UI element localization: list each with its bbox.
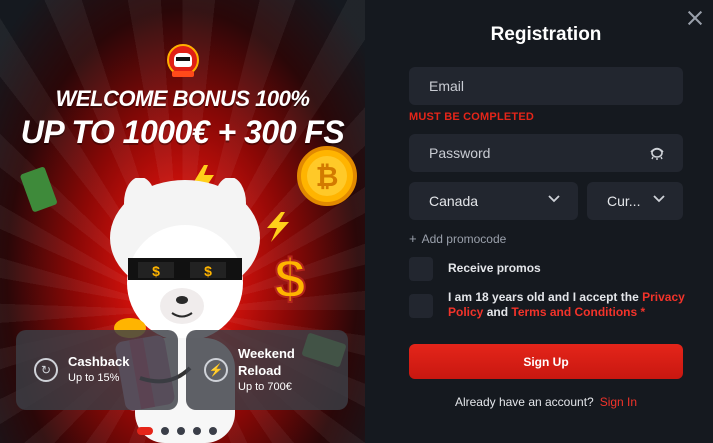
chevron-down-icon bbox=[548, 195, 560, 203]
cashback-subtitle: Up to 15% bbox=[68, 372, 120, 384]
terms-label: I am 18 years old and I accept the Priva… bbox=[448, 290, 688, 320]
carousel-dot-1[interactable] bbox=[137, 427, 153, 435]
receive-promos-checkbox[interactable] bbox=[409, 257, 433, 281]
reload-icon: ⚡ bbox=[204, 358, 228, 382]
receive-promos-label: Receive promos bbox=[448, 261, 541, 275]
country-value: Canada bbox=[429, 193, 479, 209]
weekend-reload-subtitle: Up to 700€ bbox=[238, 380, 292, 393]
logo-tag bbox=[172, 71, 194, 77]
carousel-dot-2[interactable] bbox=[161, 427, 169, 435]
brand-logo bbox=[167, 44, 199, 77]
country-select[interactable]: Canada bbox=[409, 182, 578, 220]
email-error-message: MUST BE COMPLETED bbox=[409, 111, 535, 123]
logo-llama-face bbox=[174, 53, 192, 67]
banknote-icon bbox=[20, 167, 57, 212]
promo-title-line1: WELCOME BONUS 100% bbox=[55, 86, 310, 111]
svg-text:$: $ bbox=[204, 263, 212, 279]
registration-modal: WELCOME BONUS 100% UP TO 1000€ + 300 FS … bbox=[0, 0, 713, 443]
carousel-indicators bbox=[137, 427, 217, 435]
cashback-card[interactable]: ↻ Cashback Up to 15% bbox=[16, 330, 178, 410]
password-field[interactable] bbox=[409, 134, 683, 172]
terms-prefix: I am 18 years old and I accept the bbox=[448, 290, 643, 304]
show-password-icon[interactable] bbox=[649, 146, 665, 160]
carousel-dot-5[interactable] bbox=[209, 427, 217, 435]
weekend-reload-card[interactable]: ⚡ Weekend Reload Up to 700€ bbox=[186, 330, 348, 410]
cashback-text: Cashback Up to 15% bbox=[68, 353, 129, 387]
form-heading: Registration bbox=[490, 24, 602, 45]
weekend-reload-title: Weekend Reload bbox=[238, 345, 295, 378]
currency-value: Cur... bbox=[607, 193, 641, 209]
sign-in-row: Already have an account? Sign In bbox=[365, 395, 713, 409]
add-promocode-link[interactable]: + Add promocode bbox=[409, 231, 506, 246]
terms-conditions-link[interactable]: Terms and Conditions bbox=[511, 305, 637, 319]
svg-text:$: $ bbox=[152, 263, 160, 279]
chevron-down-icon bbox=[653, 195, 665, 203]
sign-in-link[interactable]: Sign In bbox=[600, 395, 637, 409]
terms-and: and bbox=[483, 305, 512, 319]
currency-select[interactable]: Cur... bbox=[587, 182, 683, 220]
add-promocode-label: Add promocode bbox=[421, 232, 507, 246]
required-mark: * bbox=[637, 305, 646, 319]
promo-banner: WELCOME BONUS 100% UP TO 1000€ + 300 FS … bbox=[0, 0, 365, 443]
carousel-dot-4[interactable] bbox=[193, 427, 201, 435]
weekend-reload-text: Weekend Reload Up to 700€ bbox=[238, 345, 308, 396]
plus-icon: + bbox=[409, 231, 417, 246]
terms-checkbox[interactable] bbox=[409, 294, 433, 318]
password-input[interactable] bbox=[429, 145, 639, 161]
sign-up-button[interactable]: Sign Up bbox=[409, 344, 683, 379]
carousel-dot-3[interactable] bbox=[177, 427, 185, 435]
email-input[interactable] bbox=[429, 78, 639, 94]
email-field[interactable] bbox=[409, 67, 683, 105]
registration-form: Registration MUST BE COMPLETED Canada Cu… bbox=[365, 0, 713, 443]
cashback-icon: ↻ bbox=[34, 358, 58, 382]
have-account-text: Already have an account? bbox=[454, 395, 594, 409]
cashback-title: Cashback bbox=[68, 354, 130, 369]
